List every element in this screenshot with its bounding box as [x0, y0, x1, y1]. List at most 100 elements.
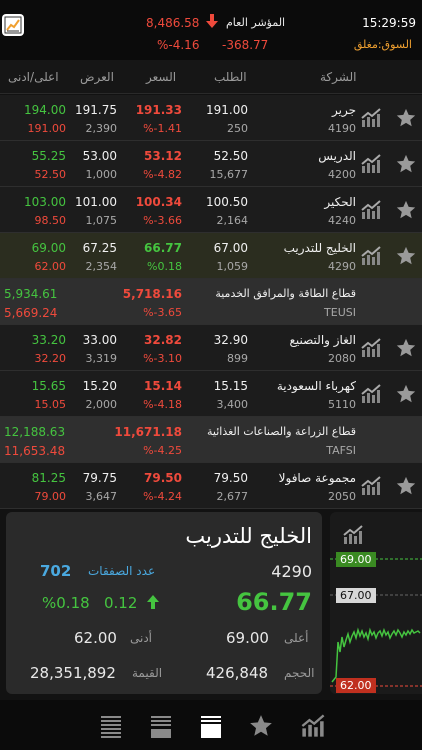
sector-row[interactable]: 12,188.63 11,653.48 11,671.18 %-4.25 قطا…: [0, 417, 422, 463]
bid-qty: 899: [227, 352, 248, 365]
low-value: 32.20: [34, 352, 67, 365]
col-high-low[interactable]: اعلى/ادنى: [8, 70, 59, 84]
bid-qty: 15,677: [209, 168, 249, 181]
last-price: 79.50: [144, 471, 182, 485]
detail-price: 66.77: [236, 588, 312, 616]
ask-price: 33.00: [82, 333, 117, 347]
star-icon[interactable]: [395, 199, 417, 221]
star-icon[interactable]: [395, 107, 417, 129]
sector-row[interactable]: 5,934.61 5,669.24 5,718.16 %-3.65 قطاع ا…: [0, 279, 422, 325]
change-pct: %-3.66: [143, 214, 182, 227]
star-icon[interactable]: [395, 337, 417, 359]
chart-icon[interactable]: [360, 199, 382, 221]
chart-icon[interactable]: [360, 153, 382, 175]
sector-low: 5,669.24: [4, 306, 58, 320]
company-name: جرير: [332, 103, 356, 117]
sector-high: 5,934.61: [4, 287, 58, 301]
chart-icon[interactable]: [360, 107, 382, 129]
col-ask[interactable]: العرض: [80, 70, 114, 84]
detail-high-label: أعلى: [284, 631, 309, 645]
list-icon[interactable]: [98, 713, 124, 739]
change-pct: %0.18: [147, 260, 182, 273]
high-value: 15.65: [31, 379, 66, 393]
star-icon[interactable]: [395, 245, 417, 267]
detail-low-value: 62.00: [74, 629, 117, 647]
high-value: 103.00: [24, 195, 66, 209]
star-icon[interactable]: [395, 475, 417, 497]
ask-qty: 3,647: [85, 490, 118, 503]
index-down-arrow-icon: [205, 13, 219, 33]
detail-low-label: أدنى: [130, 631, 153, 645]
watchlist-icon[interactable]: [198, 713, 224, 739]
up-arrow-icon: [146, 594, 160, 614]
high-value: 81.25: [31, 471, 66, 485]
star-icon[interactable]: [395, 153, 417, 175]
stock-list: 194.00 191.00 191.75 2,390 191.33 %-1.41…: [0, 95, 422, 509]
detail-high-value: 69.00: [226, 629, 269, 647]
list-item[interactable]: 33.20 32.20 33.00 3,319 32.82 %-3.10 32.…: [0, 325, 422, 371]
trades-value: 702: [40, 562, 72, 580]
list-item[interactable]: 194.00 191.00 191.75 2,390 191.33 %-1.41…: [0, 95, 422, 141]
ask-qty: 2,354: [85, 260, 118, 273]
company-name: مجموعة صافولا: [278, 471, 356, 485]
list-detail-icon[interactable]: [148, 713, 174, 739]
low-value: 79.00: [34, 490, 67, 503]
change-pct: %-4.24: [143, 490, 182, 503]
company-name: الحكير: [324, 195, 356, 209]
list-item[interactable]: 103.00 98.50 101.00 1,075 100.34 %-3.66 …: [0, 187, 422, 233]
list-item[interactable]: 15.65 15.05 15.20 2,000 15.14 %-4.18 15.…: [0, 371, 422, 417]
detail-change: 0.12: [104, 594, 138, 612]
col-company[interactable]: الشركة: [320, 70, 356, 84]
list-item[interactable]: 81.25 79.00 79.75 3,647 79.50 %-4.24 79.…: [0, 463, 422, 509]
company-name: الخليج للتدريب: [283, 241, 356, 255]
col-price[interactable]: السعر: [146, 70, 176, 84]
sector-low: 11,653.48: [4, 444, 66, 458]
high-value: 69.00: [31, 241, 66, 255]
company-code: 4190: [328, 122, 356, 135]
bid-price: 32.90: [213, 333, 248, 347]
company-code: 2050: [328, 490, 356, 503]
app-logo-icon[interactable]: [2, 14, 24, 36]
company-code: 4200: [328, 168, 356, 181]
list-item[interactable]: 55.25 52.50 53.00 1,000 53.12 %-4.82 52.…: [0, 141, 422, 187]
bid-qty: 250: [227, 122, 248, 135]
chart-icon[interactable]: [300, 713, 326, 739]
bid-qty: 2,164: [216, 214, 249, 227]
company-code: 4240: [328, 214, 356, 227]
sector-name: قطاع الزراعة والصناعات الغذائية: [206, 425, 356, 438]
list-item-selected[interactable]: 69.00 62.00 67.25 2,354 66.77 %0.18 67.0…: [0, 233, 422, 279]
low-value: 15.05: [34, 398, 67, 411]
low-value: 98.50: [34, 214, 67, 227]
high-value: 33.20: [31, 333, 66, 347]
change-pct: %-3.10: [143, 352, 182, 365]
chart-icon[interactable]: [360, 245, 382, 267]
detail-volume-value: 426,848: [206, 664, 269, 682]
intraday-mini-chart[interactable]: 69.00 67.00 62.00: [330, 512, 422, 694]
star-icon[interactable]: [395, 383, 417, 405]
ask-qty: 1,075: [85, 214, 118, 227]
index-label: المؤشر العام: [226, 16, 286, 29]
sector-price: 11,671.18: [114, 425, 182, 439]
high-value: 194.00: [24, 103, 66, 117]
bid-price: 79.50: [213, 471, 248, 485]
favorites-star-icon[interactable]: [248, 713, 274, 739]
chart-icon[interactable]: [360, 475, 382, 497]
ask-qty: 1,000: [85, 168, 118, 181]
low-value: 62.00: [34, 260, 67, 273]
ask-price: 79.75: [82, 471, 117, 485]
sector-price: 5,718.16: [122, 287, 182, 301]
price-line-chart: [330, 558, 422, 687]
chart-icon[interactable]: [360, 383, 382, 405]
company-name: الغاز والتصنيع: [289, 333, 357, 347]
ask-price: 101.00: [75, 195, 117, 209]
high-value: 55.25: [31, 149, 66, 163]
company-name: الدريس: [318, 149, 356, 163]
detail-change-pct: %0.18: [42, 594, 90, 612]
detail-turnover-value: 28,351,892: [30, 664, 116, 682]
detail-company-name: الخليج للتدريب: [185, 524, 312, 548]
company-code: 4290: [328, 260, 356, 273]
chart-icon[interactable]: [360, 337, 382, 359]
sector-code: TEUSI: [324, 306, 356, 319]
last-price: 191.33: [135, 103, 182, 117]
col-bid[interactable]: الطلب: [214, 70, 247, 84]
